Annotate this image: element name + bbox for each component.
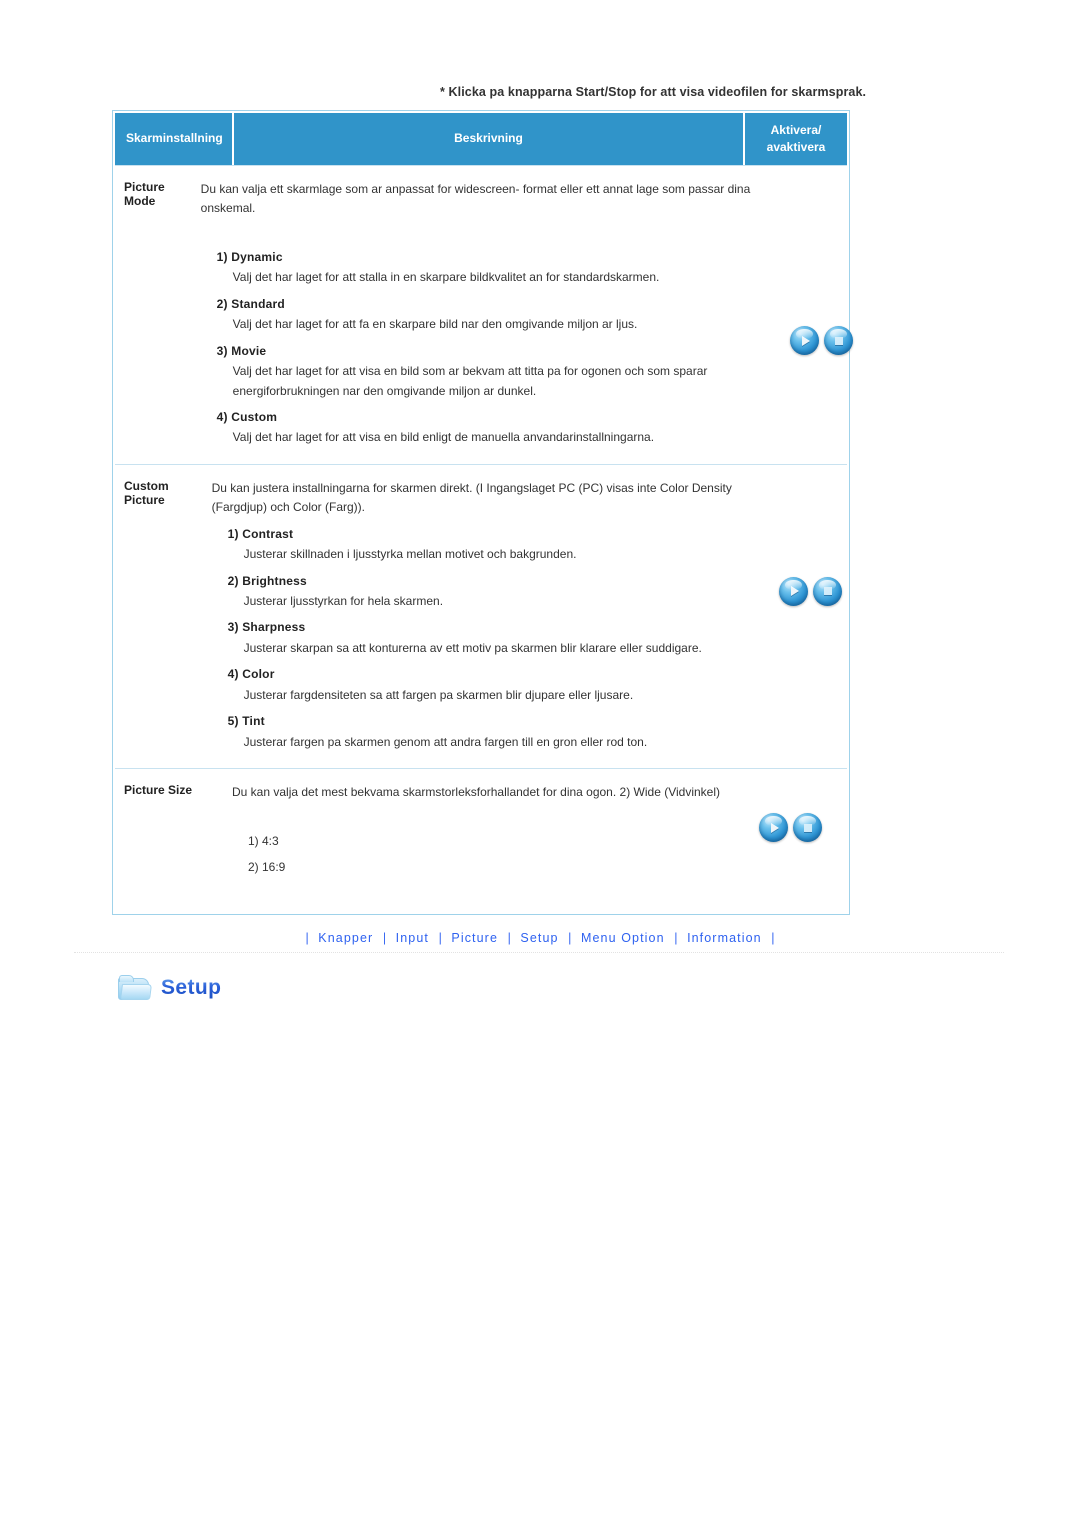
row-lead-text: Du kan valja det mest bekvama skarmstorl… — [232, 785, 721, 800]
option-description: Justerar fargen pa skarmen genom att and… — [243, 734, 648, 749]
option-title: 5) Tint — [227, 714, 265, 729]
stop-icon — [813, 577, 842, 606]
row-lead-text: Du kan valja ett skarmlage som ar anpass… — [200, 182, 751, 216]
play-icon — [790, 326, 819, 355]
setting-name: Picture Size — [124, 783, 193, 798]
document-page: * Klicka pa knapparna Start/Stop for att… — [0, 0, 1080, 1528]
option-title: 2) Brightness — [227, 573, 307, 588]
nav-link-picture[interactable]: Picture — [451, 931, 498, 945]
play-icon — [759, 813, 788, 842]
setup-section-logo: Setup — [118, 975, 221, 1001]
activate-cell — [765, 465, 847, 768]
option-description: Justerar fargdensiteten sa att fargen pa… — [243, 687, 634, 702]
folder-icon — [118, 975, 152, 1001]
nav-link-input[interactable]: Input — [396, 931, 429, 945]
video-instruction-note: * Klicka pa knapparna Start/Stop for att… — [440, 85, 867, 99]
option-title: 4) Color — [227, 667, 275, 682]
table-row: Picture Mode Du kan valja ett skarmlage … — [115, 165, 854, 464]
video-control-buttons — [759, 813, 822, 843]
option-title: 3) Movie — [216, 343, 267, 358]
nav-separator: | — [305, 931, 309, 945]
table-row: Custom Picture Du kan justera installnin… — [115, 463, 847, 768]
option-description: Valj det har laget for att visa en bild … — [232, 364, 708, 398]
footer-navigation: | Knapper | Input | Picture | Setup | Me… — [0, 931, 1080, 945]
stop-button[interactable] — [824, 326, 854, 355]
footer-divider — [74, 952, 1004, 953]
option-description: Justerar ljusstyrkan for hela skarmen. — [243, 594, 444, 608]
nav-separator: | — [568, 931, 572, 945]
stop-button[interactable] — [793, 813, 822, 843]
setting-description: Du kan valja ett skarmlage som ar anpass… — [201, 166, 777, 464]
column-header-activate-line2: avaktivera — [766, 140, 826, 154]
nav-link-knapper[interactable]: Knapper — [318, 931, 373, 945]
start-button[interactable] — [759, 813, 788, 843]
play-icon — [779, 577, 808, 606]
column-header-activate: Aktivera/ avaktivera — [745, 113, 847, 165]
option-title: 4) Custom — [216, 409, 278, 424]
setting-name: Picture Mode — [124, 180, 165, 208]
table-header-row: Skarminstallning Beskrivning Aktivera/ a… — [115, 113, 847, 165]
option-title: 3) Sharpness — [227, 620, 306, 635]
setup-logo-label: Setup — [161, 976, 222, 999]
nav-separator: | — [674, 931, 678, 945]
nav-link-menu-option[interactable]: Menu Option — [581, 931, 665, 945]
setting-description: Du kan justera installningarna for skarm… — [212, 465, 766, 768]
stop-icon — [793, 813, 822, 842]
nav-separator: | — [438, 931, 442, 945]
option-title: 1) Dynamic — [216, 249, 283, 264]
picture-settings-table: Skarminstallning Beskrivning Aktivera/ a… — [112, 110, 854, 916]
video-control-buttons — [779, 576, 843, 606]
option-description: Justerar skillnaden i ljusstyrka mellan … — [243, 547, 577, 562]
nav-link-setup[interactable]: Setup — [520, 931, 558, 945]
nav-link-information[interactable]: Information — [687, 931, 762, 945]
stop-icon — [824, 326, 853, 355]
stop-button[interactable] — [813, 576, 843, 606]
start-button[interactable] — [779, 576, 809, 606]
option-description: Valj det har laget for att visa en bild … — [232, 430, 655, 445]
option-title: 2) Standard — [216, 296, 285, 311]
nav-separator: | — [771, 931, 775, 945]
setting-description: Du kan valja det mest bekvama skarmstorl… — [232, 769, 745, 912]
start-button[interactable] — [790, 326, 820, 355]
column-header-activate-line1: Aktivera/ — [770, 122, 822, 137]
setting-name: Custom Picture — [124, 478, 169, 507]
option-description: Valj det har laget for att stalla in en … — [232, 270, 660, 285]
option-description: Valj det har laget for att fa en skarpar… — [232, 317, 638, 332]
activate-cell — [745, 769, 847, 912]
option-title: 1) Contrast — [227, 526, 294, 541]
nav-separator: | — [507, 931, 511, 945]
option-description: Justerar skarpan sa att konturerna av et… — [243, 640, 702, 655]
nav-separator: | — [382, 931, 387, 945]
video-control-buttons — [790, 326, 854, 355]
table-row: Picture Size Du kan valja det mest bekva… — [115, 768, 847, 912]
option-label: 2) 16:9 — [248, 859, 286, 874]
activate-cell — [776, 166, 854, 464]
column-header-setting: Skarminstallning — [115, 113, 232, 165]
column-header-description: Beskrivning — [234, 113, 743, 165]
option-label: 1) 4:3 — [248, 833, 279, 848]
row-lead-text: Du kan justera installningarna for skarm… — [211, 480, 732, 515]
